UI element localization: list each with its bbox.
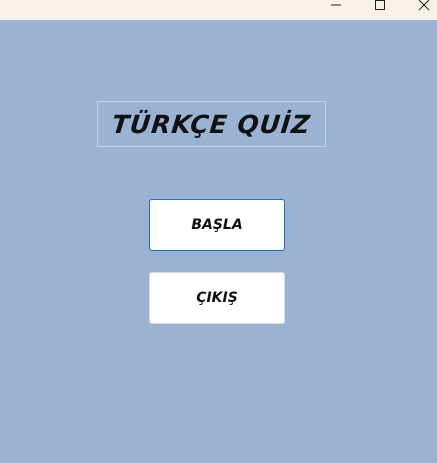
start-button-label: BAŞLA	[191, 217, 243, 233]
maximize-icon	[375, 0, 385, 10]
title-label-box: TÜRKÇE QUİZ	[97, 101, 326, 147]
exit-button[interactable]: ÇIKIŞ	[149, 272, 285, 324]
close-button[interactable]	[406, 0, 437, 20]
exit-button-label: ÇIKIŞ	[196, 290, 238, 306]
start-button[interactable]: BAŞLA	[149, 199, 285, 251]
window-titlebar	[0, 0, 437, 20]
minimize-icon	[331, 4, 341, 6]
close-icon	[418, 0, 430, 11]
maximize-button[interactable]	[362, 0, 398, 20]
page-title: TÜRKÇE QUİZ	[110, 109, 313, 139]
minimize-button[interactable]	[318, 0, 354, 20]
